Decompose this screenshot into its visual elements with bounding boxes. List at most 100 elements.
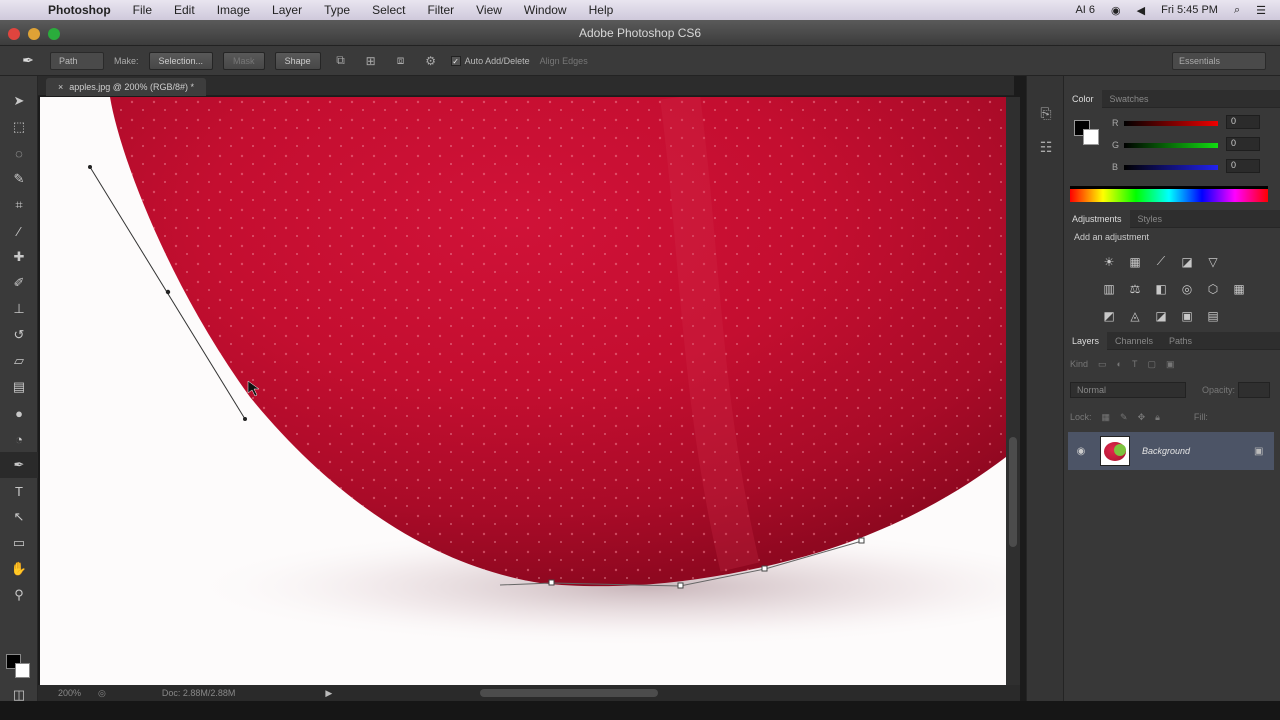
green-slider-track[interactable]: [1124, 143, 1218, 148]
menu-image[interactable]: Image: [217, 3, 250, 17]
properties-panel-icon[interactable]: ☷: [1027, 130, 1065, 164]
brush-tool-icon[interactable]: ✐: [0, 270, 38, 296]
lasso-tool-icon[interactable]: ◌: [0, 140, 38, 166]
horizontal-scroll-thumb[interactable]: [480, 689, 658, 697]
lock-all-icon[interactable]: 🔒︎: [1155, 412, 1160, 423]
marquee-tool-icon[interactable]: ⬚: [0, 114, 38, 140]
vibrance-icon[interactable]: ▽: [1204, 254, 1222, 270]
color-spectrum-ramp[interactable]: [1070, 186, 1268, 202]
path-operations-icon[interactable]: ⧉: [331, 51, 351, 71]
selective-color-icon[interactable]: ▣: [1178, 308, 1196, 324]
menu-layer[interactable]: Layer: [272, 3, 302, 17]
shape-button[interactable]: Shape: [274, 51, 321, 70]
volume-icon[interactable]: ◀: [1137, 4, 1145, 17]
levels-icon[interactable]: ▦: [1126, 254, 1144, 270]
black-white-icon[interactable]: ◧: [1152, 281, 1170, 297]
path-arrangement-icon[interactable]: ⧈: [391, 51, 411, 71]
menu-view[interactable]: View: [476, 3, 502, 17]
clock-text[interactable]: Fri 5:45 PM: [1161, 4, 1218, 16]
gradient-tool-icon[interactable]: ▤: [0, 374, 38, 400]
shape-tool-icon[interactable]: ▭: [0, 530, 38, 556]
filter-adjustment-icon[interactable]: ◐: [1117, 359, 1122, 369]
visibility-eye-icon[interactable]: ◉: [1068, 446, 1094, 457]
mask-button[interactable]: Mask: [223, 51, 265, 70]
workspace-select[interactable]: Essentials: [1172, 52, 1266, 70]
channel-mixer-icon[interactable]: ⬡: [1204, 281, 1222, 297]
tab-channels[interactable]: Channels: [1107, 332, 1161, 350]
hue-saturation-icon[interactable]: ▥: [1100, 281, 1118, 297]
tab-swatches[interactable]: Swatches: [1102, 90, 1157, 108]
tab-paths[interactable]: Paths: [1161, 332, 1200, 350]
close-tab-icon[interactable]: ×: [58, 82, 63, 92]
status-menu-arrow-icon[interactable]: ▶: [325, 688, 332, 699]
menu-help[interactable]: Help: [589, 3, 614, 17]
tab-layers[interactable]: Layers: [1064, 331, 1108, 350]
dodge-tool-icon[interactable]: ◔: [0, 426, 38, 452]
pen-mode-select[interactable]: Path: [50, 51, 104, 70]
history-brush-tool-icon[interactable]: ↺: [0, 322, 38, 348]
blue-slider[interactable]: B 0: [1112, 159, 1272, 174]
menu-select[interactable]: Select: [372, 3, 405, 17]
blue-slider-track[interactable]: [1124, 165, 1218, 170]
dock-grip[interactable]: [1027, 76, 1063, 96]
menu-file[interactable]: File: [133, 3, 152, 17]
status-info-icon[interactable]: ◎: [98, 688, 106, 699]
menu-type[interactable]: Type: [324, 3, 350, 17]
healing-brush-tool-icon[interactable]: ✚: [0, 244, 38, 270]
gear-icon[interactable]: ⚙: [421, 51, 441, 71]
foreground-background-swatch[interactable]: [6, 654, 32, 680]
photo-filter-icon[interactable]: ◎: [1178, 281, 1196, 297]
hand-tool-icon[interactable]: ✋: [0, 556, 38, 582]
exposure-icon[interactable]: ◪: [1178, 254, 1196, 270]
layer-row[interactable]: ◉ Background ▣: [1068, 432, 1274, 470]
zoom-level[interactable]: 200%: [58, 688, 98, 698]
move-tool-icon[interactable]: ➤: [0, 88, 38, 114]
vertical-scrollbar[interactable]: [1006, 97, 1020, 685]
lock-pixels-icon[interactable]: ✎: [1120, 412, 1128, 423]
green-value-field[interactable]: 0: [1226, 137, 1260, 151]
filter-shape-icon[interactable]: ▢: [1147, 359, 1156, 370]
opacity-field[interactable]: [1238, 382, 1270, 398]
quick-selection-tool-icon[interactable]: ✎: [0, 166, 38, 192]
tab-adjustments[interactable]: Adjustments: [1064, 209, 1130, 228]
blend-mode-select[interactable]: Normal: [1070, 382, 1186, 398]
clone-stamp-tool-icon[interactable]: ⊥: [0, 296, 38, 322]
layer-name[interactable]: Background: [1142, 446, 1254, 456]
curves-icon[interactable]: ⟋: [1152, 254, 1170, 270]
path-selection-tool-icon[interactable]: ↖: [0, 504, 38, 530]
vertical-scroll-thumb[interactable]: [1009, 437, 1017, 547]
pen-tool-preset-icon[interactable]: ✒: [16, 50, 40, 72]
red-value-field[interactable]: 0: [1226, 115, 1260, 129]
auto-add-delete-checkbox[interactable]: ✓ Auto Add/Delete: [450, 55, 530, 66]
blur-tool-icon[interactable]: ●: [0, 400, 38, 426]
tab-color[interactable]: Color: [1064, 89, 1102, 108]
document-canvas[interactable]: [40, 97, 1006, 685]
type-tool-icon[interactable]: T: [0, 478, 38, 504]
tab-styles[interactable]: Styles: [1130, 210, 1171, 228]
invert-icon[interactable]: ◩: [1100, 308, 1118, 324]
filter-pixel-icon[interactable]: ▭: [1098, 359, 1107, 370]
spotlight-icon[interactable]: ⌕: [1234, 4, 1240, 17]
selection-button[interactable]: Selection...: [148, 51, 214, 70]
wifi-icon[interactable]: ◉: [1111, 4, 1121, 17]
brightness-contrast-icon[interactable]: ☀: [1100, 254, 1118, 270]
menu-app-name[interactable]: Photoshop: [48, 3, 111, 17]
crop-tool-icon[interactable]: ⌗: [0, 192, 38, 218]
eraser-tool-icon[interactable]: ▱: [0, 348, 38, 374]
history-panel-icon[interactable]: ⎘: [1027, 96, 1065, 130]
pen-tool-icon[interactable]: ✒: [0, 452, 38, 478]
menu-window[interactable]: Window: [524, 3, 567, 17]
posterize-icon[interactable]: ◬: [1126, 308, 1144, 324]
eyedropper-tool-icon[interactable]: ⁄: [0, 218, 38, 244]
menu-filter[interactable]: Filter: [427, 3, 454, 17]
status-ai-icon[interactable]: AI 6: [1075, 4, 1095, 16]
tools-grip[interactable]: [0, 76, 37, 88]
menu-edit[interactable]: Edit: [174, 3, 195, 17]
filter-type-icon[interactable]: T: [1132, 359, 1138, 369]
align-edges-checkbox[interactable]: Align Edges: [540, 56, 588, 66]
zoom-tool-icon[interactable]: ⚲: [0, 582, 38, 608]
color-lookup-icon[interactable]: ▦: [1230, 281, 1248, 297]
red-slider-track[interactable]: [1124, 121, 1218, 126]
color-panel-swatch[interactable]: [1074, 120, 1104, 150]
filter-smart-icon[interactable]: ▣: [1166, 359, 1175, 370]
